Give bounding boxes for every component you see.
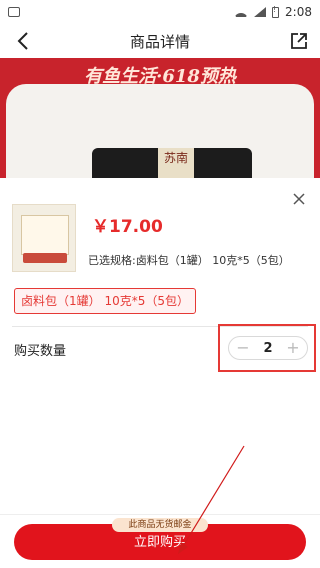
signal-icon — [254, 7, 267, 17]
chevron-left-icon — [17, 32, 28, 50]
increase-button[interactable]: + — [285, 340, 301, 356]
wifi-icon — [234, 7, 248, 17]
price: ￥17.00 — [92, 217, 163, 237]
decrease-button[interactable]: − — [235, 340, 251, 356]
battery-icon — [272, 5, 280, 18]
page-title: 商品详情 — [129, 32, 190, 51]
status-icons: 2:08 — [234, 5, 312, 19]
spec-option-chip[interactable]: 卤料包（1罐） 10克*5（5包） — [14, 288, 196, 314]
close-icon — [293, 193, 305, 205]
thumbnail-stripe — [23, 253, 67, 263]
back-button[interactable] — [10, 28, 36, 54]
quantity-label: 购买数量 — [14, 344, 67, 359]
footer-divider — [0, 514, 320, 515]
notification-image-icon — [8, 7, 20, 17]
status-bar: 2:08 — [0, 0, 320, 24]
nav-bar: 商品详情 — [0, 24, 320, 58]
selected-spec-text: 已选规格:卤料包（1罐） 10克*5（5包） — [88, 254, 290, 267]
quantity-stepper: − 2 + — [228, 336, 308, 360]
thumbnail-package — [21, 215, 69, 255]
status-time: 2:08 — [285, 5, 312, 19]
close-button[interactable] — [290, 190, 308, 208]
product-thumbnail — [12, 204, 76, 272]
share-button[interactable] — [288, 30, 310, 52]
share-icon — [291, 33, 307, 49]
quantity-value[interactable]: 2 — [263, 341, 272, 356]
free-shipping-badge: 此商品无货邮金 — [112, 518, 208, 532]
